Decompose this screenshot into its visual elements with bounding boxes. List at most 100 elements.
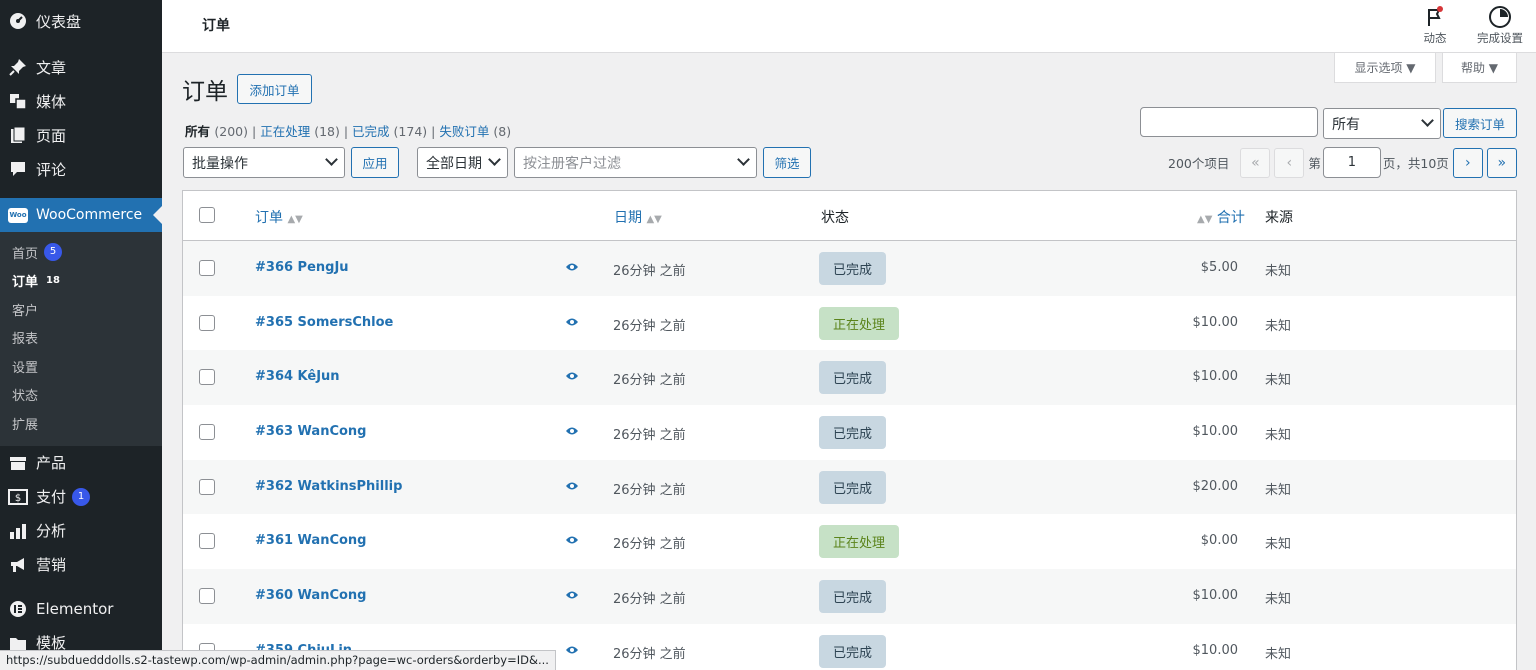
menu-comments[interactable]: 评论 xyxy=(0,152,162,186)
order-date: 26分钟 之前 xyxy=(613,373,686,389)
order-link[interactable]: #361 WanCong xyxy=(255,533,367,548)
order-link[interactable]: #360 WanCong xyxy=(255,588,367,603)
table-row[interactable]: #365 SomersChloe 26分钟 之前 正在处理 $10.00 未知 xyxy=(183,296,1516,351)
menu-pages[interactable]: 页面 xyxy=(0,118,162,152)
preview-eye-icon[interactable] xyxy=(565,589,579,603)
preview-eye-icon[interactable] xyxy=(565,316,579,330)
activity-button[interactable]: 动态 xyxy=(1418,4,1452,46)
order-link[interactable]: #362 WatkinsPhillip xyxy=(255,479,402,494)
dashboard-icon xyxy=(8,11,28,31)
page-header: 订单 动态 完成设置 xyxy=(162,0,1536,53)
submenu-status[interactable]: 状态 xyxy=(0,381,162,410)
preview-eye-icon[interactable] xyxy=(565,534,579,548)
table-row[interactable]: #366 PengJu 26分钟 之前 已完成 $5.00 未知 xyxy=(183,241,1516,296)
table-row[interactable]: #360 WanCong 26分钟 之前 已完成 $10.00 未知 xyxy=(183,569,1516,624)
order-search-input[interactable] xyxy=(1140,107,1318,137)
view-processing[interactable]: 正在处理 xyxy=(260,124,310,139)
customer-filter-select[interactable]: 按注册客户过滤 xyxy=(514,147,757,178)
row-checkbox[interactable] xyxy=(199,588,215,605)
submenu-extensions[interactable]: 扩展 xyxy=(0,409,162,438)
menu-payments[interactable]: $ 支付 1 xyxy=(0,480,162,514)
page-icon xyxy=(8,125,28,145)
order-link[interactable]: #364 KêJun xyxy=(255,369,340,384)
submenu-status-label: 状态 xyxy=(12,389,39,405)
column-status: 状态 xyxy=(821,210,849,226)
submenu-reports[interactable]: 报表 xyxy=(0,324,162,353)
menu-media[interactable]: 媒体 xyxy=(0,84,162,118)
row-checkbox[interactable] xyxy=(199,314,215,331)
payments-count-badge: 1 xyxy=(72,487,91,506)
table-row[interactable]: #364 KêJun 26分钟 之前 已完成 $10.00 未知 xyxy=(183,350,1516,406)
view-completed[interactable]: 已完成 xyxy=(352,124,390,139)
preview-eye-icon[interactable] xyxy=(565,480,579,494)
submenu-settings[interactable]: 设置 xyxy=(0,352,162,381)
next-page-button[interactable]: › xyxy=(1452,147,1483,178)
current-page-input[interactable]: 1 xyxy=(1322,147,1381,178)
row-checkbox[interactable] xyxy=(199,533,215,550)
preview-eye-icon[interactable] xyxy=(565,261,579,275)
row-checkbox[interactable] xyxy=(199,478,215,495)
prev-page-button[interactable]: ‹ xyxy=(1274,147,1305,178)
search-status-select[interactable]: 所有 xyxy=(1323,108,1441,139)
view-all[interactable]: 所有 (200) xyxy=(185,124,248,139)
date-filter-value: 全部日期 xyxy=(426,155,482,172)
setup-label: 完成设置 xyxy=(1477,31,1523,45)
last-page-button[interactable]: » xyxy=(1486,147,1517,178)
preview-eye-icon[interactable] xyxy=(565,370,579,384)
table-row[interactable]: #363 WanCong 26分钟 之前 已完成 $10.00 未知 xyxy=(183,405,1516,460)
column-total-label: 合计 xyxy=(1216,210,1245,226)
order-link[interactable]: #366 PengJu xyxy=(255,260,349,275)
submenu-orders[interactable]: 订单 18 xyxy=(0,267,162,296)
date-filter-select[interactable]: 全部日期 xyxy=(417,147,508,178)
status-badge: 已完成 xyxy=(819,580,887,614)
view-failed[interactable]: 失败订单 xyxy=(439,124,489,139)
submenu-extensions-label: 扩展 xyxy=(12,417,39,433)
search-orders-label: 搜索订单 xyxy=(1454,116,1505,132)
order-origin: 未知 xyxy=(1265,264,1292,279)
pagination: 200个项目 « ‹ 第 1 页，共10页 › » xyxy=(1168,147,1517,178)
select-all-checkbox[interactable] xyxy=(199,207,215,223)
preview-eye-icon[interactable] xyxy=(565,425,579,439)
order-date: 26分钟 之前 xyxy=(613,264,686,279)
page-suffix: 页，共10页 xyxy=(1382,156,1449,171)
menu-woocommerce[interactable]: Woo WooCommerce xyxy=(0,198,162,232)
menu-elementor[interactable]: Elementor xyxy=(0,592,162,626)
column-order[interactable]: 订单 ▲▼ xyxy=(255,207,303,227)
apply-button[interactable]: 应用 xyxy=(351,147,399,178)
apply-label: 应用 xyxy=(362,156,388,171)
column-date[interactable]: 日期 ▲▼ xyxy=(614,207,662,227)
menu-marketing[interactable]: 营销 xyxy=(0,548,162,582)
filter-label: 筛选 xyxy=(774,156,800,171)
order-total: $10.00 xyxy=(1192,424,1239,440)
order-link[interactable]: #365 SomersChloe xyxy=(255,315,393,330)
bulk-action-select[interactable]: 批量操作 xyxy=(183,147,345,178)
order-status-views: 所有 (200) | 正在处理 (18) | 已完成 (174) | 失败订单 … xyxy=(185,121,511,140)
submenu-customers[interactable]: 客户 xyxy=(0,295,162,324)
table-row[interactable]: #361 WanCong 26分钟 之前 正在处理 $0.00 未知 xyxy=(183,514,1516,569)
help-label: 帮助 ▼ xyxy=(1460,61,1499,75)
row-checkbox[interactable] xyxy=(199,369,215,386)
preview-eye-icon[interactable] xyxy=(565,644,579,658)
add-order-button[interactable]: 添加订单 xyxy=(237,74,312,104)
submenu-home[interactable]: 首页 5 xyxy=(0,238,162,267)
filter-button[interactable]: 筛选 xyxy=(763,147,811,178)
menu-dashboard[interactable]: 仪表盘 xyxy=(0,2,162,40)
row-checkbox[interactable] xyxy=(199,260,215,276)
submenu-reports-label: 报表 xyxy=(12,332,39,348)
column-total[interactable]: ▲▼ 合计 xyxy=(1197,207,1245,227)
order-link[interactable]: #363 WanCong xyxy=(255,424,367,439)
header-title: 订单 xyxy=(202,18,230,34)
search-orders-button[interactable]: 搜索订单 xyxy=(1443,108,1517,138)
table-row[interactable]: #362 WatkinsPhillip 26分钟 之前 已完成 $20.00 未知 xyxy=(183,459,1516,515)
elementor-icon xyxy=(8,599,28,619)
menu-posts[interactable]: 文章 xyxy=(0,50,162,84)
first-page-button[interactable]: « xyxy=(1240,147,1271,178)
chevron-down-icon xyxy=(488,153,501,166)
finish-setup-button[interactable]: 完成设置 xyxy=(1468,4,1532,46)
help-tab[interactable]: 帮助 ▼ xyxy=(1442,53,1517,83)
menu-analytics[interactable]: 分析 xyxy=(0,514,162,548)
screen-options-tab[interactable]: 显示选项 ▼ xyxy=(1334,53,1436,83)
order-date: 26分钟 之前 xyxy=(613,592,686,608)
menu-products[interactable]: 产品 xyxy=(0,446,162,480)
row-checkbox[interactable] xyxy=(199,424,215,441)
